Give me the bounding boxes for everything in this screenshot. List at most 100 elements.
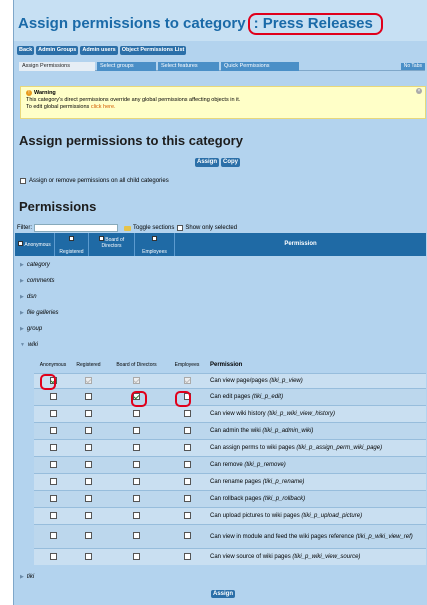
section-wiki[interactable]: ▼ wiki — [20, 342, 38, 348]
permission-checkbox-anonymous[interactable] — [49, 409, 57, 417]
highlight-ring-employees-edit — [175, 391, 191, 407]
permission-checkbox-board[interactable] — [133, 511, 140, 519]
permission-checkbox-employees[interactable] — [183, 532, 191, 539]
copy-button[interactable]: Copy — [221, 158, 241, 167]
permission-checkbox-registered[interactable] — [85, 443, 92, 451]
admin-groups-button[interactable]: Admin Groups — [36, 46, 79, 55]
permission-code: (tiki_p_upload_picture) — [301, 513, 363, 519]
header-checkbox-board[interactable] — [98, 236, 104, 241]
header-checkbox-registered[interactable] — [69, 236, 74, 241]
permission-checkbox-board[interactable] — [133, 494, 140, 502]
section-label: tiki — [26, 574, 35, 580]
permission-checkbox-registered[interactable] — [85, 460, 92, 468]
child-categories-checkbox[interactable] — [20, 178, 26, 184]
permission-checkbox-registered[interactable] — [85, 494, 92, 502]
permission-checkbox-anonymous[interactable] — [49, 511, 57, 519]
filter-input[interactable] — [34, 224, 118, 232]
permission-label: Can admin the wiki — [210, 428, 261, 434]
toggle-sections-link[interactable]: Toggle sections — [133, 225, 174, 231]
section-label: group — [26, 326, 43, 332]
tab-select-features[interactable]: Select features — [158, 62, 219, 71]
permission-checkbox-board[interactable] — [133, 477, 140, 485]
assign-button[interactable]: Assign — [195, 158, 220, 167]
permission-checkbox-employees[interactable] — [183, 443, 191, 451]
section-category[interactable]: ▶ category — [20, 262, 50, 268]
permission-checkbox-employees[interactable] — [183, 426, 191, 434]
wiki-col-board: Board of Directors — [116, 362, 157, 368]
permission-checkbox-board[interactable] — [133, 460, 140, 468]
section-dsn[interactable]: ▶ dsn — [20, 294, 37, 300]
permission-checkbox-registered[interactable] — [85, 552, 92, 560]
show-only-selected-checkbox[interactable] — [177, 225, 184, 231]
cell-board — [105, 426, 168, 436]
header-label-registered: Registered — [59, 249, 84, 255]
header-checkbox-anonymous[interactable] — [18, 241, 24, 246]
permission-checkbox-employees[interactable] — [183, 511, 191, 519]
permission-checkbox-employees[interactable] — [183, 494, 191, 502]
permission-checkbox-anonymous[interactable] — [49, 552, 57, 560]
permission-label: Can rollback pages — [210, 496, 262, 502]
cell-employees — [168, 443, 206, 453]
table-row: Can upload pictures to wiki pages (tiki_… — [34, 507, 426, 524]
cell-anonymous — [34, 532, 72, 541]
permission-checkbox-board[interactable] — [133, 552, 140, 560]
table-row: Can view wiki history (tiki_p_wiki_view_… — [34, 405, 426, 422]
permission-checkbox-registered[interactable] — [85, 532, 92, 539]
tab-select-groups[interactable]: Select groups — [97, 62, 156, 71]
permission-checkbox-employees[interactable] — [183, 552, 191, 560]
permission-table-header: Anonymous Registered Board of Directors … — [15, 233, 426, 256]
permission-checkbox-anonymous[interactable] — [49, 426, 57, 434]
top-action-buttons: Assign Copy — [195, 158, 241, 167]
permission-checkbox-employees[interactable] — [183, 460, 191, 468]
permission-checkbox-registered[interactable] — [85, 426, 92, 434]
bottom-assign-button[interactable]: Assign — [211, 590, 236, 598]
permission-checkbox-anonymous[interactable] — [49, 477, 57, 485]
permission-checkbox-registered[interactable] — [85, 511, 92, 519]
section-group[interactable]: ▶ group — [20, 326, 42, 332]
permission-code: (tiki_p_view) — [269, 378, 303, 384]
tab-quick-permissions[interactable]: Quick Permissions — [221, 62, 299, 71]
permission-checkbox-anonymous[interactable] — [49, 443, 57, 451]
cell-registered — [72, 511, 105, 521]
table-row: Can view in module and feed the wiki pag… — [34, 524, 426, 548]
cell-employees — [168, 552, 206, 562]
permission-checkbox-board[interactable] — [133, 443, 140, 451]
cell-registered — [72, 494, 105, 504]
close-icon[interactable]: × — [416, 88, 422, 94]
permission-checkbox-registered[interactable] — [85, 409, 92, 417]
permission-checkbox-employees[interactable] — [183, 376, 191, 384]
admin-users-button[interactable]: Admin users — [80, 46, 118, 55]
permission-checkbox-employees[interactable] — [183, 477, 191, 485]
permission-code: (tiki_p_wiki_view_source) — [292, 554, 361, 560]
permission-checkbox-board[interactable] — [133, 426, 140, 434]
no-tabs-button[interactable]: No Tabs — [400, 63, 425, 70]
permission-checkbox-registered[interactable] — [85, 376, 92, 384]
title-colon: : — [253, 15, 259, 32]
permission-label: Can rename pages — [210, 479, 262, 485]
permission-checkbox-anonymous[interactable] — [49, 392, 57, 400]
table-row: Can remove (tiki_p_remove) — [34, 456, 426, 473]
permission-description: Can rename pages (tiki_p_rename) — [206, 478, 426, 486]
header-checkbox-employees[interactable] — [152, 236, 157, 241]
permission-checkbox-registered[interactable] — [85, 392, 92, 400]
cell-anonymous — [34, 511, 72, 521]
permission-checkbox-anonymous[interactable] — [49, 532, 57, 539]
permission-checkbox-anonymous[interactable] — [49, 460, 57, 468]
highlight-ring-anonymous-view — [40, 374, 56, 390]
permission-checkbox-registered[interactable] — [85, 477, 92, 485]
wiki-rows: Can view page/pages (tiki_p_view) Can edi… — [34, 373, 426, 565]
permission-checkbox-anonymous[interactable] — [49, 494, 57, 502]
permission-description: Can edit pages (tiki_p_edit) — [206, 393, 426, 401]
permission-checkbox-board[interactable] — [133, 376, 140, 384]
permission-checkbox-board[interactable] — [133, 532, 140, 539]
section-file-galleries[interactable]: ▶ file galleries — [20, 310, 59, 316]
permission-checkbox-board[interactable] — [133, 409, 140, 417]
global-permissions-link[interactable]: click here. — [91, 104, 116, 110]
section-comments[interactable]: ▶ comments — [20, 278, 55, 284]
object-permissions-list-button[interactable]: Object Permissions List — [119, 46, 187, 55]
back-button[interactable]: Back — [17, 46, 35, 55]
section-tiki[interactable]: ▶ tiki — [20, 574, 34, 580]
title-prefix: Assign permissions to category — [18, 15, 246, 32]
tab-assign-permissions[interactable]: Assign Permissions — [19, 62, 95, 71]
permission-checkbox-employees[interactable] — [183, 409, 191, 417]
